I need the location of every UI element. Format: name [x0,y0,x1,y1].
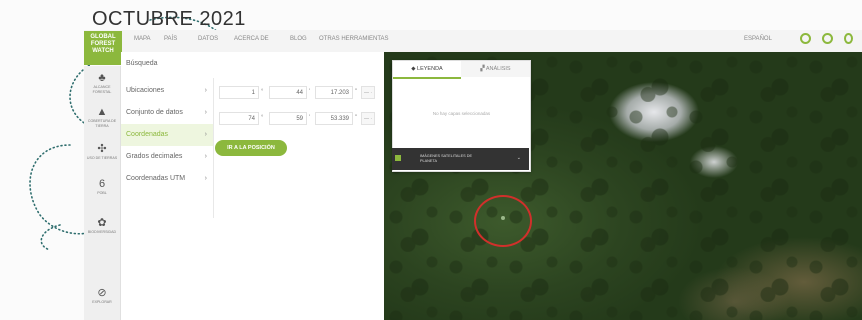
chevron-down-icon[interactable]: ⌄ [517,156,521,161]
minute-symbol: ' [309,89,311,95]
menu-item-grados-decimales[interactable]: Grados decimales › [121,146,213,168]
sidebar-item-label: BIODIVERSIDAD [87,230,117,234]
go-to-position-button[interactable]: IR A LA POSICIÓN [215,140,287,156]
page-title: OCTUBRE 2021 [92,8,246,30]
lon-degrees-field[interactable]: 74 [219,112,259,125]
menu-icon[interactable] [844,33,853,44]
compass-icon: ⊘ [97,287,107,299]
people-icon: ✣ [97,143,107,155]
sidebar-item-label: EXPLORAR [92,300,112,304]
basemap-bar[interactable]: IMÁGENES SATELITALES DE PLANETA ⌄ [392,148,529,170]
nav-item-pais[interactable]: PAÍS [164,36,177,42]
nav-item-datos[interactable]: DATOS [198,36,218,42]
top-navigation-bar: MAPA PAÍS DATOS ACERCA DE BLOG OTRAS HER… [84,30,862,53]
nav-item-otras-herramientas[interactable]: OTRAS HERRAMIENTAS [319,36,389,42]
logo-line-1: GLOBAL [90,34,116,40]
menu-item-ubicaciones[interactable]: Ubicaciones › [121,80,213,102]
sidebar-item-label: ALCANCE FORESTAL [92,85,112,94]
search-panel: Búsqueda Ubicaciones › Conjunto de datos ›… [121,52,384,320]
nav-item-acerca[interactable]: ACERCA DE [234,36,269,42]
sidebar-item-pobl[interactable]: 6 POBL [84,178,120,196]
tab-leyenda[interactable]: ◆ LEYENDA [393,61,461,79]
tab-label: LEYENDA [417,66,443,72]
tab-analisis[interactable]: ▞ ANÁLISIS [461,61,530,77]
language-selector[interactable]: ESPAÑOL [744,36,772,42]
degree-symbol: ° [261,115,264,121]
flag-icon: 6 [98,178,106,190]
left-sidebar: ♣ ALCANCE FORESTAL ▲ COBERTURA DE TIERRA… [84,66,121,320]
account-icon[interactable] [822,33,833,44]
lat-minutes-field[interactable]: 44 [269,86,307,99]
lon-seconds-field[interactable]: 53.339 [315,112,353,125]
menu-item-coordenadas-utm[interactable]: Coordenadas UTM › [121,168,213,190]
second-symbol: " [355,89,358,95]
sidebar-item-label: USO DE TIERRAS [86,156,118,160]
location-marker-circle [474,195,532,247]
menu-item-label: Coordenadas UTM [126,175,186,182]
gfw-logo[interactable]: GLOBAL FOREST WATCH [84,31,122,65]
layers-icon: ◆ [411,66,416,72]
legend-empty-message: No hay capas seleccionadas [432,111,491,116]
location-point[interactable] [501,216,505,220]
lat-seconds-field[interactable]: 17.203 [315,86,353,99]
menu-item-label: Coordenadas [126,131,169,138]
second-symbol: " [355,115,358,121]
search-icon[interactable] [800,33,811,44]
panel-divider [213,78,214,218]
lat-direction-select[interactable]: — · [361,86,375,99]
menu-item-conjunto-datos[interactable]: Conjunto de datos › [121,102,213,124]
lon-minutes-field[interactable]: 59 [269,112,307,125]
sidebar-item-uso-tierras[interactable]: ✣ USO DE TIERRAS [84,142,120,161]
menu-item-label: Grados decimales [126,153,183,160]
fire-icon: ▲ [96,106,108,118]
lat-degrees-field[interactable]: 1 [219,86,259,99]
menu-item-coordenadas[interactable]: Coordenadas › [121,124,213,146]
logo-line-2: FOREST [90,41,116,47]
chevron-right-icon: › [204,131,207,138]
panel-header: Búsqueda [126,60,158,67]
menu-item-label: Ubicaciones [126,87,165,94]
nav-item-mapa[interactable]: MAPA [134,36,151,42]
sidebar-item-biodiversidad[interactable]: ✿ BIODIVERSIDAD [84,216,120,235]
sidebar-item-explorar[interactable]: ⊘ EXPLORAR [84,286,120,305]
minute-symbol: ' [309,115,311,121]
chevron-right-icon: › [204,175,207,182]
chevron-right-icon: › [204,153,207,160]
degree-symbol: ° [261,89,264,95]
sidebar-item-label: POBL [97,191,107,195]
sidebar-item-label: COBERTURA DE TIERRA [87,119,117,128]
chevron-right-icon: › [204,109,207,116]
menu-item-label: Conjunto de datos [126,109,183,116]
nav-item-blog[interactable]: BLOG [290,36,307,42]
sidebar-item-alcance-forestal[interactable]: ♣ ALCANCE FORESTAL [84,72,120,94]
chevron-right-icon: › [204,87,207,94]
chart-icon: ▞ [480,66,485,72]
basemap-label: IMÁGENES SATELITALES DE PLANETA [420,154,472,163]
lon-direction-select[interactable]: — · [361,112,375,125]
checkbox-icon[interactable] [395,155,401,161]
paw-icon: ✿ [97,217,107,229]
sidebar-item-cobertura[interactable]: ▲ COBERTURA DE TIERRA [84,106,120,128]
tree-icon: ♣ [98,72,106,84]
logo-line-3: WATCH [92,48,114,54]
tab-label: ANÁLISIS [485,66,511,72]
